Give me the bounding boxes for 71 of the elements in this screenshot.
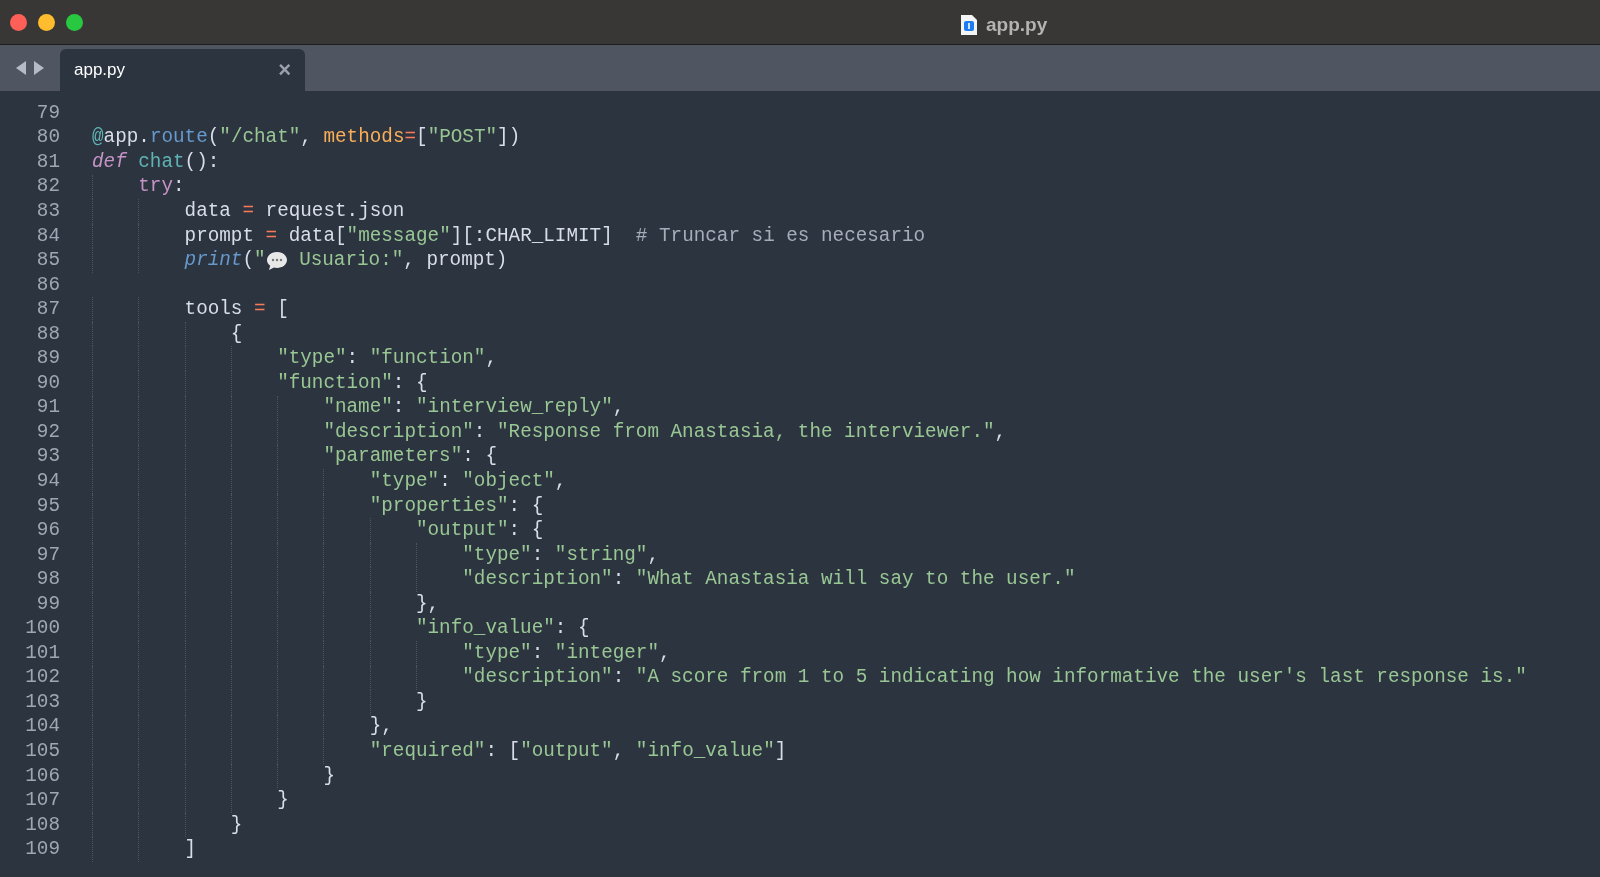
line-number: 101 [24, 640, 60, 666]
zoom-window-button[interactable] [66, 13, 83, 31]
speech-bubble-icon [265, 250, 288, 271]
code-text: "name": "interview_reply", [323, 395, 625, 421]
line-number: 105 [24, 739, 60, 765]
line-number: 97 [35, 542, 60, 568]
code-text: "type": "object", [369, 469, 567, 494]
line-number: 89 [35, 346, 60, 372]
code-text: } [277, 788, 289, 814]
line-number: 81 [35, 149, 60, 175]
line-number: 98 [35, 567, 60, 593]
line-number: 107 [24, 788, 60, 814]
line-number: 102 [24, 665, 60, 691]
code-text: tools = [ [184, 297, 289, 323]
code-text: "type": "function", [277, 346, 497, 372]
code-text: } [323, 763, 335, 789]
code-text: }, [369, 714, 393, 740]
code-text: "parameters": { [323, 444, 497, 470]
line-number: 95 [35, 493, 60, 519]
code-text: ] [184, 837, 197, 863]
code-text: } [230, 812, 243, 838]
line-number: 94 [35, 469, 60, 494]
line-number: 80 [35, 125, 60, 151]
code-text: "required": ["output", "info_value"] [369, 739, 787, 765]
line-number: 100 [24, 616, 60, 642]
code-text: "description": "Response from Anastasia, the interviewer.", [323, 419, 1007, 445]
minimize-window-button[interactable] [38, 13, 55, 31]
back-arrow-icon[interactable] [16, 61, 27, 75]
line-number: 108 [24, 812, 60, 838]
close-tab-button[interactable]: × [278, 59, 291, 81]
code-text: "function": { [277, 370, 428, 396]
code-text: "type": "integer", [462, 640, 671, 666]
line-number: 79 [35, 100, 60, 126]
code-text: }, [415, 591, 440, 617]
code-text: def chat(): [92, 149, 220, 175]
line-number: 103 [24, 689, 60, 715]
code-text: "info_value": { [415, 616, 590, 642]
line-number: 82 [35, 174, 60, 200]
line-number: 104 [24, 714, 60, 740]
line-number: 106 [24, 763, 60, 789]
editor-tab[interactable]: app.py × [60, 49, 305, 91]
code-text: @app.route("/chat", methods=["POST"]) [92, 125, 521, 151]
file-icon [960, 14, 978, 37]
code-text: "description": "What Anastasia will say to the user." [462, 567, 1076, 593]
line-number: 99 [35, 591, 60, 617]
line-number: 96 [35, 518, 60, 544]
code-text: prompt = data["message"][:CHAR_LIMIT] # Truncar si es necesario [184, 223, 926, 249]
line-number: 83 [35, 199, 60, 224]
forward-arrow-icon[interactable] [33, 61, 44, 75]
line-number: 88 [35, 321, 60, 347]
line-number: 92 [35, 419, 60, 445]
code-text: try: [138, 174, 185, 200]
line-number: 86 [35, 272, 60, 298]
line-number: 87 [35, 297, 60, 323]
line-number: 90 [35, 370, 60, 396]
line-number: 84 [35, 223, 60, 249]
line-number: 109 [24, 837, 60, 863]
code-text: } [415, 689, 428, 715]
code-text: "output": { [415, 518, 544, 544]
code-text: "properties": { [369, 493, 544, 519]
close-window-button[interactable] [10, 13, 27, 31]
line-number: 85 [35, 248, 60, 274]
code-text: data = request.json [184, 199, 405, 224]
code-text: "description": "A score from 1 to 5 indicating how informative the user's last response is." [462, 665, 1527, 691]
line-number: 91 [35, 395, 60, 421]
line-number: 93 [35, 444, 60, 470]
code-text: Usuario:", prompt) [298, 248, 508, 274]
window-title: app.py [986, 13, 1048, 37]
code-text: { [230, 321, 243, 347]
code-text: "type": "string", [462, 542, 659, 568]
code-text: print(" [184, 248, 266, 274]
